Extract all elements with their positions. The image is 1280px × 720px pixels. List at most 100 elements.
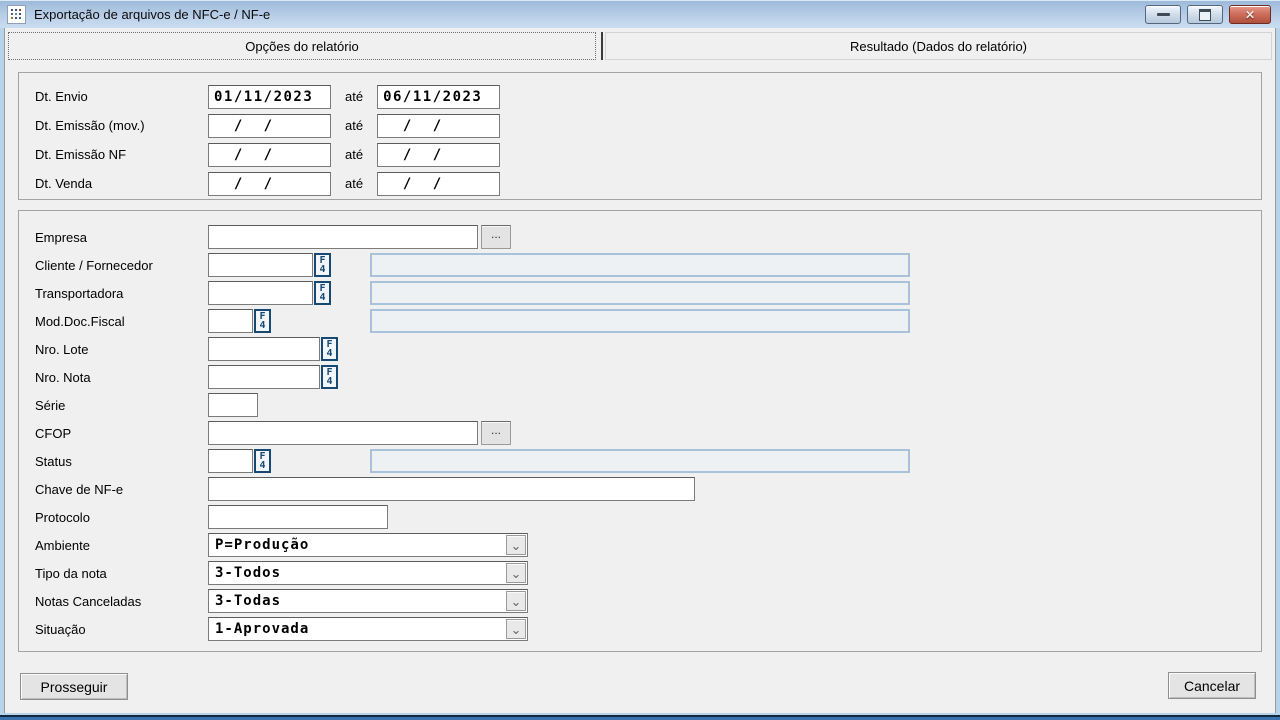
cliente-fornecedor-f4-lookup-button[interactable]: F4 (314, 253, 331, 277)
status-input[interactable] (208, 449, 253, 473)
nro-nota-label: Nro. Nota (35, 370, 208, 385)
transportadora-description (370, 281, 910, 305)
chevron-down-icon[interactable]: ⌄ (506, 591, 526, 611)
dt-venda-from-input[interactable] (208, 172, 331, 196)
tab-bar: Opções do relatório Resultado (Dados do … (8, 32, 1272, 60)
titlebar: Exportação de arquivos de NFC-e / NF-e ✕ (0, 0, 1280, 28)
chave-nfe-label: Chave de NF-e (35, 482, 208, 497)
mod-doc-fiscal-label: Mod.Doc.Fiscal (35, 314, 208, 329)
transportadora-label: Transportadora (35, 286, 208, 301)
field-row-status: Status F4 (35, 447, 1261, 475)
protocolo-input[interactable] (208, 505, 388, 529)
window-border-right (1276, 28, 1280, 713)
chevron-down-icon[interactable]: ⌄ (506, 535, 526, 555)
chevron-down-icon[interactable]: ⌄ (506, 563, 526, 583)
field-row-chave-nfe: Chave de NF-e (35, 475, 1261, 503)
tab-label: Resultado (Dados do relatório) (850, 39, 1027, 54)
ambiente-selected-value: P=Produção (209, 537, 506, 553)
field-row-cliente-fornecedor: Cliente / Fornecedor F4 (35, 251, 1261, 279)
date-filters-group: Dt. Envio até Dt. Emissão (mov.) até Dt.… (18, 72, 1262, 200)
dt-venda-label: Dt. Venda (35, 176, 208, 191)
dt-envio-from-input[interactable] (208, 85, 331, 109)
app-icon (7, 5, 26, 24)
f4-icon: 4 (319, 293, 325, 302)
tipo-da-nota-select[interactable]: 3-Todos ⌄ (208, 561, 528, 585)
proceed-button[interactable]: Prosseguir (20, 673, 128, 700)
window-border-bottom (0, 713, 1280, 720)
field-row-notas-canceladas: Notas Canceladas 3-Todas ⌄ (35, 587, 1261, 615)
close-button[interactable]: ✕ (1229, 5, 1271, 24)
mod-doc-fiscal-description (370, 309, 910, 333)
nro-lote-input[interactable] (208, 337, 320, 361)
serie-input[interactable] (208, 393, 258, 417)
cancel-button[interactable]: Cancelar (1168, 672, 1256, 699)
cfop-browse-button[interactable]: ... (481, 421, 511, 445)
ambiente-label: Ambiente (35, 538, 208, 553)
nro-nota-f4-lookup-button[interactable]: F4 (321, 365, 338, 389)
cliente-fornecedor-label: Cliente / Fornecedor (35, 258, 208, 273)
protocolo-label: Protocolo (35, 510, 208, 525)
transportadora-input[interactable] (208, 281, 313, 305)
until-label: até (345, 89, 363, 104)
field-row-cfop: CFOP ... (35, 419, 1261, 447)
notas-canceladas-select[interactable]: 3-Todas ⌄ (208, 589, 528, 613)
chave-nfe-input[interactable] (208, 477, 695, 501)
cliente-fornecedor-description (370, 253, 910, 277)
filters-group: Empresa ... Cliente / Fornecedor F4 Tran… (18, 210, 1262, 652)
field-row-dt-emissao-nf: Dt. Emissão NF até (35, 140, 1261, 169)
minimize-button[interactable] (1145, 5, 1181, 24)
nro-lote-f4-lookup-button[interactable]: F4 (321, 337, 338, 361)
field-row-mod-doc-fiscal: Mod.Doc.Fiscal F4 (35, 307, 1261, 335)
f4-icon: 4 (326, 377, 332, 386)
field-row-dt-emissao-mov: Dt. Emissão (mov.) até (35, 111, 1261, 140)
window-title: Exportação de arquivos de NFC-e / NF-e (34, 7, 270, 22)
nro-lote-label: Nro. Lote (35, 342, 208, 357)
until-label: até (345, 176, 363, 191)
empresa-browse-button[interactable]: ... (481, 225, 511, 249)
tab-report-result[interactable]: Resultado (Dados do relatório) (605, 32, 1272, 60)
cfop-label: CFOP (35, 426, 208, 441)
until-label: até (345, 147, 363, 162)
serie-label: Série (35, 398, 208, 413)
notas-canceladas-selected-value: 3-Todas (209, 593, 506, 609)
until-label: até (345, 118, 363, 133)
ambiente-select[interactable]: P=Produção ⌄ (208, 533, 528, 557)
dt-emissao-nf-to-input[interactable] (377, 143, 500, 167)
cliente-fornecedor-input[interactable] (208, 253, 313, 277)
window-border-left (0, 28, 4, 713)
dt-venda-to-input[interactable] (377, 172, 500, 196)
status-f4-lookup-button[interactable]: F4 (254, 449, 271, 473)
dt-emissao-nf-label: Dt. Emissão NF (35, 147, 208, 162)
situacao-selected-value: 1-Aprovada (209, 621, 506, 637)
cfop-input[interactable] (208, 421, 478, 445)
mod-doc-fiscal-input[interactable] (208, 309, 253, 333)
tipo-da-nota-selected-value: 3-Todos (209, 565, 506, 581)
field-row-protocolo: Protocolo (35, 503, 1261, 531)
nro-nota-input[interactable] (208, 365, 320, 389)
tab-report-options[interactable]: Opções do relatório (8, 32, 596, 60)
maximize-icon (1199, 9, 1211, 21)
tipo-da-nota-label: Tipo da nota (35, 566, 208, 581)
dt-emissao-mov-from-input[interactable] (208, 114, 331, 138)
tab-label: Opções do relatório (245, 39, 358, 54)
situacao-select[interactable]: 1-Aprovada ⌄ (208, 617, 528, 641)
minimize-icon (1157, 13, 1170, 16)
f4-icon: 4 (326, 349, 332, 358)
field-row-dt-venda: Dt. Venda até (35, 169, 1261, 198)
field-row-ambiente: Ambiente P=Produção ⌄ (35, 531, 1261, 559)
window-controls: ✕ (1145, 5, 1271, 24)
field-row-transportadora: Transportadora F4 (35, 279, 1261, 307)
f4-icon: 4 (259, 461, 265, 470)
mod-doc-fiscal-f4-lookup-button[interactable]: F4 (254, 309, 271, 333)
dt-envio-to-input[interactable] (377, 85, 500, 109)
chevron-down-icon[interactable]: ⌄ (506, 619, 526, 639)
dt-envio-label: Dt. Envio (35, 89, 208, 104)
transportadora-f4-lookup-button[interactable]: F4 (314, 281, 331, 305)
ellipsis-icon: ... (491, 423, 501, 437)
maximize-button[interactable] (1187, 5, 1223, 24)
dt-emissao-mov-to-input[interactable] (377, 114, 500, 138)
f4-icon: 4 (319, 265, 325, 274)
notas-canceladas-label: Notas Canceladas (35, 594, 208, 609)
empresa-input[interactable] (208, 225, 478, 249)
dt-emissao-nf-from-input[interactable] (208, 143, 331, 167)
